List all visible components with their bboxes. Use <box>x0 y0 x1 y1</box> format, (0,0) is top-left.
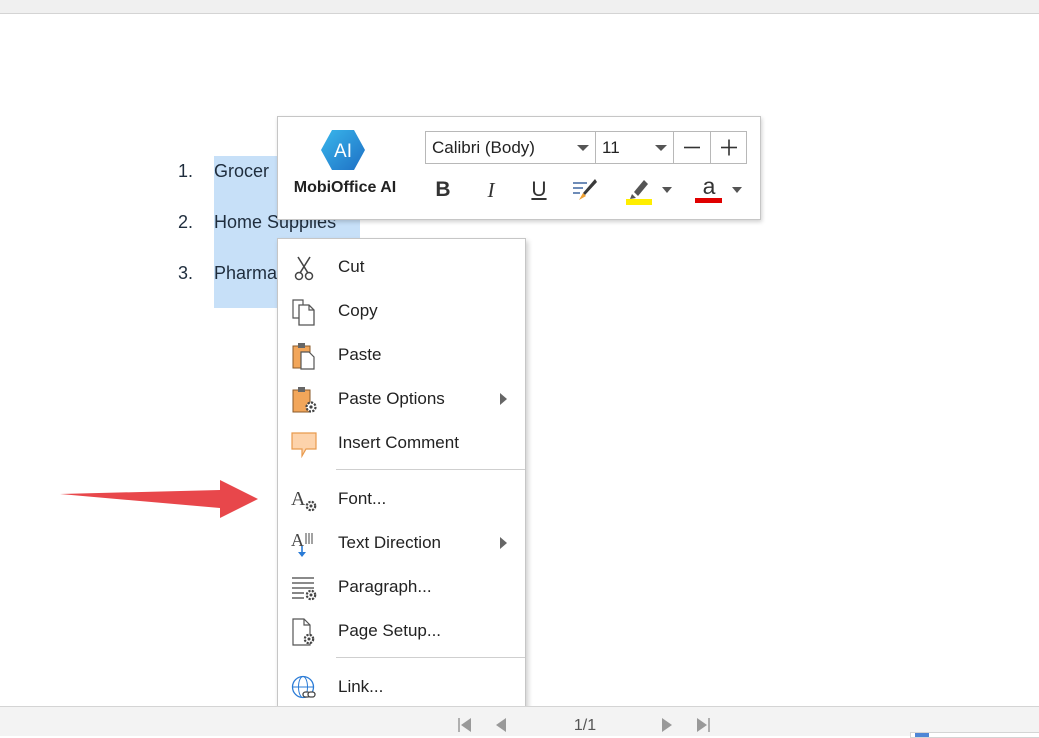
page-indicator: 1/1 <box>573 717 597 734</box>
increase-font-size-button[interactable] <box>710 132 746 163</box>
font-settings-icon: A <box>291 488 317 512</box>
font-controls: Calibri (Body) 11 <box>425 131 747 164</box>
list-number: 2. <box>178 212 194 232</box>
menu-item-label: Paste Options <box>338 389 445 408</box>
list-text: Pharma <box>214 263 278 283</box>
italic-button[interactable]: I <box>478 173 504 207</box>
paste-icon <box>292 343 315 370</box>
format-painter-icon <box>573 179 597 200</box>
page-setup-icon <box>292 618 315 646</box>
link-icon <box>291 675 316 699</box>
menu-separator <box>336 469 525 470</box>
top-toolbar-strip <box>0 0 1039 14</box>
ai-name-label: MobiOffice AI <box>293 179 397 196</box>
list-text: Grocer <box>214 161 270 181</box>
font-color-button[interactable]: a <box>692 173 726 207</box>
menu-item-label: Text Direction <box>338 533 441 552</box>
menu-item-label: Paste <box>338 345 382 364</box>
menu-item-font[interactable]: A Font... <box>278 477 525 521</box>
menu-item-paragraph[interactable]: Paragraph... <box>278 565 525 609</box>
font-color-glyph: a <box>702 172 716 199</box>
scissors-icon <box>294 256 314 281</box>
svg-text:AI: AI <box>334 141 352 162</box>
context-menu: Cut Copy Paste Paste Options Insert Comm… <box>277 238 526 715</box>
zoom-control[interactable] <box>910 732 1039 738</box>
highlight-dropdown-chevron-icon[interactable] <box>662 187 672 193</box>
copy-icon <box>292 299 315 326</box>
menu-item-copy[interactable]: Copy <box>278 289 525 333</box>
menu-item-insert-comment[interactable]: Insert Comment <box>278 421 525 465</box>
menu-item-paste-options[interactable]: Paste Options <box>278 377 525 421</box>
list-number: 3. <box>178 263 194 283</box>
menu-item-text-direction[interactable]: A Text Direction <box>278 521 525 565</box>
next-page-icon[interactable] <box>660 717 674 733</box>
list-number: 1. <box>178 161 194 181</box>
highlight-color-button[interactable] <box>622 173 656 207</box>
chevron-down-icon <box>577 145 589 151</box>
previous-page-icon[interactable] <box>494 717 508 733</box>
underline-button[interactable]: U <box>526 173 552 207</box>
menu-item-label: Link... <box>338 677 384 696</box>
menu-item-label: Insert Comment <box>338 433 459 452</box>
font-size-value: 11 <box>602 138 620 157</box>
ai-logo-icon: AI <box>321 130 365 170</box>
last-page-icon[interactable] <box>694 717 712 733</box>
menu-item-cut[interactable]: Cut <box>278 245 525 289</box>
font-color-dropdown-chevron-icon[interactable] <box>732 187 742 193</box>
submenu-arrow-icon <box>500 537 507 549</box>
font-size-dropdown[interactable]: 11 <box>596 132 674 163</box>
menu-item-label: Paragraph... <box>338 577 432 596</box>
format-painter-button[interactable] <box>570 173 600 207</box>
chevron-down-icon <box>655 145 667 151</box>
font-name-value: Calibri (Body) <box>432 138 535 157</box>
menu-item-page-setup[interactable]: Page Setup... <box>278 609 525 653</box>
submenu-arrow-icon <box>500 393 507 405</box>
menu-item-label: Font... <box>338 489 387 508</box>
zoom-indicator <box>915 733 929 737</box>
menu-item-label: Copy <box>338 301 378 320</box>
font-color-swatch <box>695 198 722 203</box>
menu-item-link[interactable]: Link... <box>278 665 525 709</box>
plus-icon <box>721 139 737 156</box>
status-bar: 1/1 <box>0 706 1039 738</box>
decrease-font-size-button[interactable] <box>674 132 710 163</box>
paragraph-icon <box>292 577 317 601</box>
first-page-icon[interactable] <box>456 717 474 733</box>
menu-separator <box>336 657 525 658</box>
text-direction-icon: A <box>291 530 313 557</box>
bold-button[interactable]: B <box>430 173 456 207</box>
menu-item-label: Cut <box>338 257 365 276</box>
annotation-arrow <box>60 480 258 518</box>
menu-item-paste[interactable]: Paste <box>278 333 525 377</box>
svg-text:A: A <box>291 488 306 510</box>
mini-format-toolbar: AI MobiOffice AI Calibri (Body) 11 B I U <box>277 116 761 220</box>
font-name-dropdown[interactable]: Calibri (Body) <box>426 132 596 163</box>
minus-icon <box>684 146 700 149</box>
paste-options-icon <box>292 387 317 413</box>
highlighter-icon <box>626 180 652 205</box>
comment-icon <box>291 432 317 458</box>
menu-item-label: Page Setup... <box>338 621 442 640</box>
mobioffice-ai-button[interactable]: AI <box>320 129 366 171</box>
